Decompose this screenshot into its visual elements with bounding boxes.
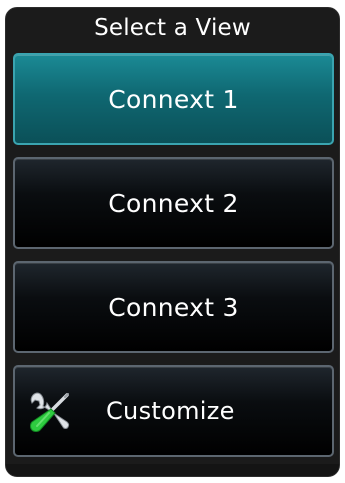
view-option-label: Connext 2 — [108, 188, 239, 218]
wrench-screwdriver-icon — [27, 389, 73, 435]
customize-label: Customize — [106, 397, 235, 425]
select-view-dialog: Select a View Connext 1 Connext 2 Connex… — [5, 7, 340, 477]
dialog-title: Select a View — [94, 15, 251, 41]
view-option-connext-2[interactable]: Connext 2 — [13, 157, 334, 249]
customize-button[interactable]: Customize — [13, 365, 334, 457]
dialog-bottom-edge — [6, 464, 339, 476]
view-option-label: Connext 3 — [108, 292, 239, 322]
view-option-label: Connext 1 — [108, 84, 239, 114]
view-option-connext-1[interactable]: Connext 1 — [13, 53, 334, 145]
view-option-connext-3[interactable]: Connext 3 — [13, 261, 334, 353]
